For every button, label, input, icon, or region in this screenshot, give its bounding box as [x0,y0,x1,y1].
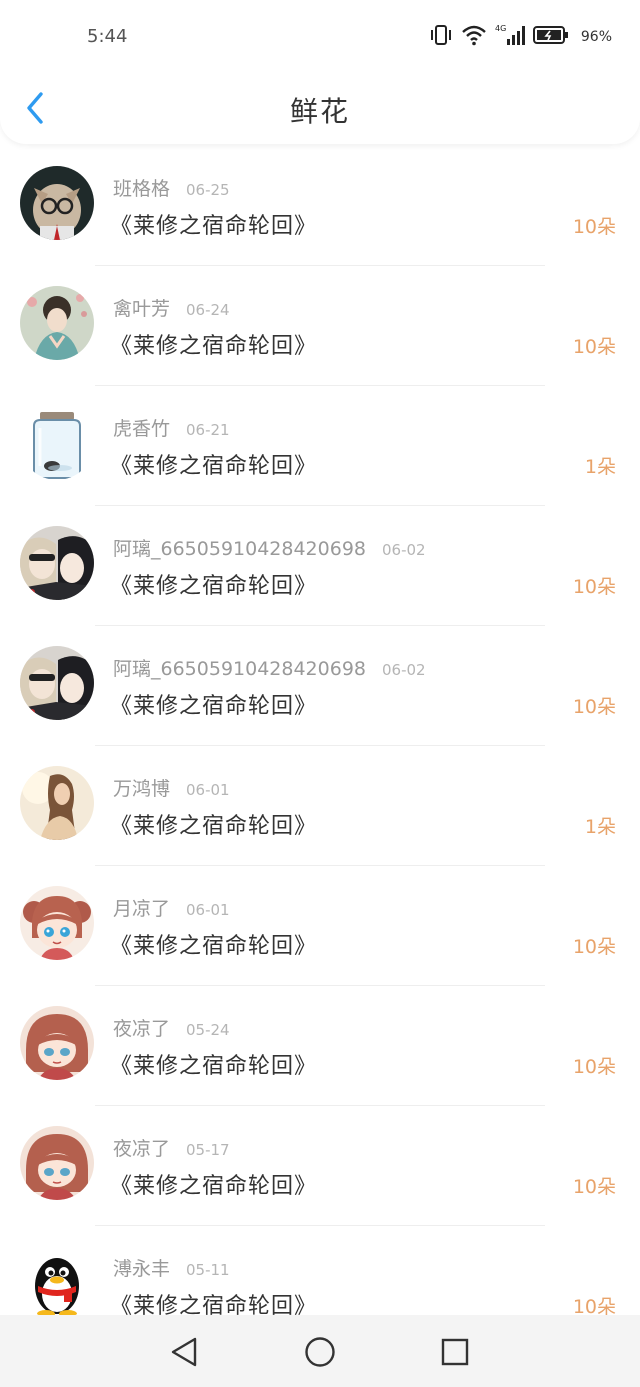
flower-amount: 10朵 [572,1176,616,1198]
status-time: 5:44 [87,26,128,47]
network-type-label: 4G [495,24,506,33]
send-date: 06-01 [186,901,230,919]
page-title: 鲜花 [289,95,350,128]
square-recents-icon [441,1338,469,1366]
send-date: 06-02 [382,541,426,559]
flower-amount: 10朵 [572,936,616,958]
send-date: 05-24 [186,1021,230,1039]
battery-icon [532,25,569,49]
chibi-girl-avatar-icon [20,1006,94,1080]
sender-name-text: 夜凉了 [113,1138,171,1160]
sender-name-text: 阿璃_66505910428420698 [113,658,367,680]
sender-name: 禽叶芳 06-24 [113,294,230,321]
send-date: 05-17 [186,1141,230,1159]
sender-name-text: 夜凉了 [113,1018,171,1040]
list-item[interactable]: 夜凉了 05-24 《莱修之宿命轮回》 10朵 [0,986,640,1106]
lady-avatar-icon [20,286,94,360]
wifi-icon [461,24,487,50]
flower-amount: 10朵 [572,1056,616,1078]
sender-name-text: 阿璃_66505910428420698 [113,538,367,560]
avatar [20,646,94,720]
book-title: 《莱修之宿命轮回》 [110,934,318,959]
flower-amount: 10朵 [572,696,616,718]
book-title: 《莱修之宿命轮回》 [110,1054,318,1079]
sender-name-text: 班格格 [113,178,171,200]
avatar [20,526,94,600]
qq-penguin-avatar-icon [20,1246,94,1320]
cat-avatar-icon [20,166,94,240]
system-nav-bar [0,1315,640,1387]
list-item[interactable]: 阿璃_66505910428420698 06-02 《莱修之宿命轮回》 10朵 [0,626,640,746]
sender-name: 月凉了 06-01 [113,894,230,921]
send-date: 05-11 [186,1261,230,1279]
status-bar: 5:44 4G 96% [0,0,640,74]
sender-name-text: 万鸿博 [113,778,171,800]
sender-name: 阿璃_66505910428420698 06-02 [113,534,426,561]
flower-amount: 10朵 [572,576,616,598]
book-title: 《莱修之宿命轮回》 [110,1174,318,1199]
sender-name-text: 溥永丰 [113,1258,171,1280]
system-recents-button[interactable] [438,1335,472,1369]
send-date: 06-02 [382,661,426,679]
circle-home-icon [305,1337,335,1367]
flower-amount: 1朵 [584,456,616,478]
chibi-girl-avatar-icon [20,886,94,960]
book-title: 《莱修之宿命轮回》 [110,814,318,839]
book-title: 《莱修之宿命轮回》 [110,694,318,719]
triangle-back-icon [171,1337,197,1367]
send-date: 06-25 [186,181,230,199]
avatar [20,1246,94,1320]
anime-duo-avatar-icon [20,646,94,720]
book-title: 《莱修之宿命轮回》 [110,454,318,479]
sender-name: 溥永丰 05-11 [113,1254,230,1281]
sender-name: 夜凉了 05-17 [113,1134,230,1161]
vibrate-icon [429,24,453,50]
avatar [20,286,94,360]
nav-bar: 鲜花 [0,74,640,144]
flower-amount: 10朵 [572,216,616,238]
send-date: 06-01 [186,781,230,799]
sender-name: 夜凉了 05-24 [113,1014,230,1041]
sender-name: 班格格 06-25 [113,174,230,201]
flower-amount: 1朵 [584,816,616,838]
avatar [20,1126,94,1200]
book-title: 《莱修之宿命轮回》 [110,574,318,599]
avatar [20,406,94,480]
sender-name-text: 虎香竹 [113,418,171,440]
list-item[interactable]: 月凉了 06-01 《莱修之宿命轮回》 10朵 [0,866,640,986]
sender-name: 万鸿博 06-01 [113,774,230,801]
system-home-button[interactable] [303,1335,337,1369]
send-date: 06-24 [186,301,230,319]
book-title: 《莱修之宿命轮回》 [110,334,318,359]
list-item[interactable]: 夜凉了 05-17 《莱修之宿命轮回》 10朵 [0,1106,640,1226]
sender-name: 阿璃_66505910428420698 06-02 [113,654,426,681]
status-icons: 4G 96% [429,22,612,52]
list-item[interactable]: 万鸿博 06-01 《莱修之宿命轮回》 1朵 [0,746,640,866]
app-header: 5:44 4G 96% 鲜花 [0,0,640,144]
sender-name-text: 禽叶芳 [113,298,171,320]
signal-icon: 4G [495,23,525,51]
list-item[interactable]: 禽叶芳 06-24 《莱修之宿命轮回》 10朵 [0,266,640,386]
book-title: 《莱修之宿命轮回》 [110,214,318,239]
sender-name-text: 月凉了 [113,898,171,920]
battery-percent: 96% [580,29,612,45]
list-item[interactable]: 班格格 06-25 《莱修之宿命轮回》 10朵 [0,146,640,266]
avatar [20,166,94,240]
send-date: 06-21 [186,421,230,439]
jar-avatar-icon [20,406,94,480]
chibi-girl-avatar-icon [20,1126,94,1200]
list-item[interactable]: 阿璃_66505910428420698 06-02 《莱修之宿命轮回》 10朵 [0,506,640,626]
list-item[interactable]: 虎香竹 06-21 《莱修之宿命轮回》 1朵 [0,386,640,506]
avatar [20,1006,94,1080]
sender-name: 虎香竹 06-21 [113,414,230,441]
avatar [20,886,94,960]
avatar [20,766,94,840]
flower-amount: 10朵 [572,336,616,358]
anime-duo-avatar-icon [20,526,94,600]
girl-photo-avatar-icon [20,766,94,840]
system-back-button[interactable] [167,1335,201,1369]
